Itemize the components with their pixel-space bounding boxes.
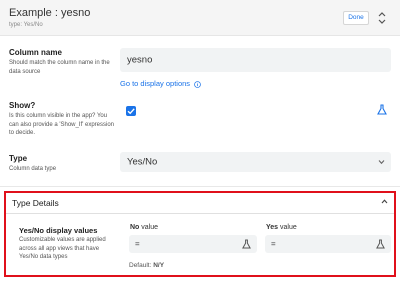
no-value-label: No value — [130, 224, 158, 231]
section-divider — [0, 186, 400, 187]
yes-value-input[interactable]: = — [265, 235, 391, 253]
default-values-note: Default: N/Y — [129, 262, 164, 269]
column-name-label: Column name — [9, 48, 62, 57]
column-name-description: Should match the column name in the data… — [9, 60, 110, 75]
show-label: Show? — [9, 101, 36, 110]
editor-title: Example : yesno — [9, 7, 91, 19]
display-options-link-text: Go to display options — [120, 79, 191, 88]
no-value-label-bold: No — [130, 224, 140, 231]
show-checkbox[interactable] — [126, 106, 136, 116]
type-select-value: Yes/No — [127, 156, 158, 168]
flask-icon[interactable] — [376, 239, 385, 249]
type-details-divider — [6, 213, 394, 214]
type-description: Column data type — [9, 166, 57, 172]
yes-no-display-label: Yes/No display values — [19, 226, 98, 235]
type-details-title[interactable]: Type Details — [12, 198, 59, 208]
flask-icon[interactable] — [377, 104, 387, 115]
show-description: Is this column visible in the app? You c… — [9, 113, 115, 136]
type-label: Type — [9, 154, 28, 163]
flask-icon[interactable] — [242, 239, 251, 249]
no-value-label-rest: value — [139, 224, 159, 231]
column-name-input[interactable]: yesno — [120, 48, 391, 72]
done-button[interactable]: Done — [343, 11, 369, 25]
type-details-section: Type Details Yes/No display values Custo… — [4, 191, 396, 277]
yes-value-label-rest: value — [278, 224, 297, 231]
column-editor-header: Example : yesno type: Yes/No Done — [0, 0, 400, 36]
default-value: N/Y — [153, 262, 165, 269]
display-options-link[interactable]: Go to display options — [120, 79, 201, 88]
type-select[interactable]: Yes/No — [120, 152, 391, 172]
chevron-down-icon — [378, 160, 385, 165]
default-prefix: Default: — [129, 262, 154, 269]
no-value-input[interactable]: = — [129, 235, 257, 253]
chevron-up-icon[interactable] — [381, 199, 388, 204]
yes-value-label: Yes value — [266, 224, 297, 231]
no-value-expression: = — [135, 239, 140, 249]
yes-value-expression: = — [271, 239, 276, 249]
yes-no-display-description: Customizable values are applied across a… — [19, 237, 106, 260]
editor-subtitle: type: Yes/No — [9, 22, 43, 28]
info-icon — [194, 80, 201, 88]
column-name-value: yesno — [127, 54, 153, 66]
checkmark-icon — [127, 108, 135, 115]
expand-collapse-icon[interactable] — [377, 11, 387, 25]
yes-value-label-bold: Yes — [266, 224, 279, 231]
